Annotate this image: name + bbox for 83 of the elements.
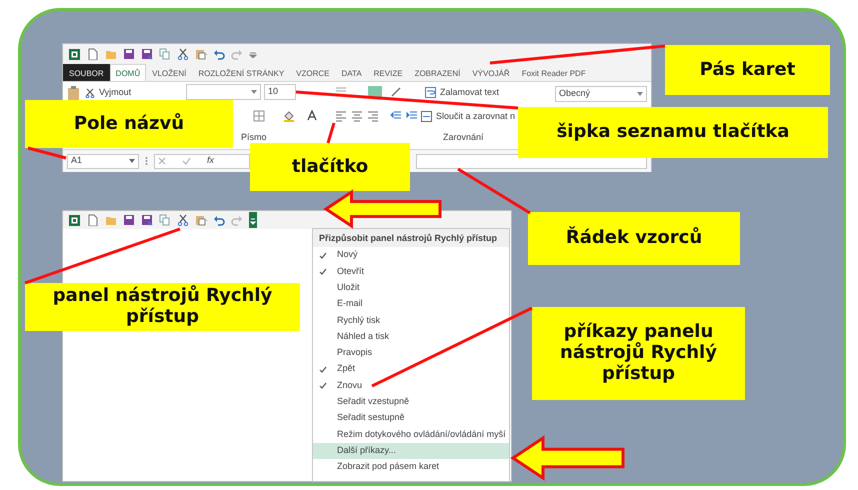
font-color-icon[interactable] — [306, 110, 318, 122]
ribbon-tab[interactable]: REVIZE — [368, 64, 409, 81]
clipboard-icon — [67, 86, 81, 100]
save-as-icon[interactable] — [141, 48, 153, 60]
cut-icon[interactable] — [85, 88, 95, 98]
undo-icon[interactable] — [213, 48, 225, 60]
group-label: Písmo — [241, 131, 267, 144]
check-icon — [319, 252, 327, 259]
ribbon-tab[interactable]: Foxit Reader PDF — [516, 64, 592, 81]
menu-item[interactable]: Zobrazit pod pásem karet — [313, 458, 509, 476]
ribbon-tab[interactable]: DATA — [336, 64, 368, 81]
ribbon-tab[interactable]: DOMŮ — [110, 64, 146, 81]
font-name-field[interactable] — [186, 84, 261, 100]
cancel-icon[interactable] — [158, 157, 166, 165]
menu-item[interactable]: Otevřít — [313, 263, 509, 280]
leader-line — [326, 122, 336, 144]
merge-cells-icon[interactable] — [421, 111, 432, 122]
menu-item[interactable]: Zpět — [313, 361, 509, 378]
excel-logo-icon[interactable] — [69, 214, 81, 226]
check-icon — [319, 366, 327, 373]
paste-icon[interactable] — [195, 214, 207, 226]
ribbon-tab[interactable]: ZOBRAZENÍ — [408, 64, 466, 81]
fill-color-icon[interactable] — [283, 110, 295, 122]
menu-item[interactable]: Znovu — [313, 377, 509, 394]
callout-label: Pás karet — [665, 45, 830, 95]
group-label: Zarovnání — [443, 131, 484, 144]
ribbon-tab[interactable]: VÝVOJÁŘ — [466, 64, 516, 81]
wrap-text-icon[interactable] — [425, 87, 436, 98]
ribbon-tab[interactable]: VLOŽENÍ — [146, 64, 192, 81]
menu-item[interactable]: Nový — [313, 247, 509, 264]
dropdown-caret-icon[interactable] — [129, 159, 135, 163]
leader-line — [28, 146, 66, 160]
cut-icon[interactable] — [177, 214, 189, 226]
callout-label: Pole názvů — [25, 100, 233, 148]
ribbon-tab[interactable]: SOUBOR — [63, 64, 110, 81]
copy-icon[interactable] — [159, 214, 171, 226]
callout-label: šipka seznamu tlačítka — [518, 107, 828, 158]
copy-icon[interactable] — [159, 48, 171, 60]
align-right-icon[interactable] — [367, 110, 379, 122]
merge-center-command[interactable]: Sloučit a zarovnat n — [436, 110, 516, 124]
ribbon-tab[interactable]: VZORCE — [290, 64, 336, 81]
align-center-icon[interactable] — [351, 110, 363, 122]
name-box[interactable]: A1 — [67, 154, 139, 168]
insert-function-button[interactable]: fx — [207, 154, 214, 168]
callout-label: panel nástrojů Rychlý přístup — [25, 283, 300, 331]
menu-item[interactable]: E-mail — [313, 296, 509, 312]
save-icon[interactable] — [123, 48, 135, 60]
dropdown-caret-icon[interactable] — [251, 90, 257, 94]
menu-item[interactable]: Další příkazy... — [313, 442, 509, 459]
check-icon — [319, 382, 327, 389]
menu-item[interactable]: Seřadit sestupně — [313, 410, 509, 426]
font-size-field[interactable]: 10 — [264, 84, 296, 100]
menu-title: Přizpůsobit panel nástrojů Rychlý přístup — [313, 229, 509, 247]
new-document-icon[interactable] — [87, 48, 99, 60]
dropdown-caret-icon[interactable] — [637, 92, 643, 96]
wrap-text-command[interactable]: Zalamovat text — [440, 86, 500, 100]
cut-icon[interactable] — [177, 48, 189, 60]
align-left-icon[interactable] — [335, 110, 347, 122]
enter-icon[interactable] — [182, 157, 191, 165]
callout-label: tlačítko — [250, 143, 410, 191]
number-format-field[interactable]: Obecný — [555, 86, 647, 102]
excel-logo-icon[interactable] — [69, 48, 81, 60]
check-icon — [319, 268, 327, 275]
callout-label: příkazy panelu nástrojů Rychlý přístup — [532, 307, 745, 400]
menu-item[interactable]: Seřadit vzestupně — [313, 394, 509, 410]
save-as-icon[interactable] — [141, 214, 153, 226]
menu-item[interactable]: Rychlý tisk — [313, 312, 509, 328]
callout-label: Řádek vzorců — [528, 212, 740, 265]
cut-command[interactable]: Vyjmout — [99, 86, 132, 100]
new-document-icon[interactable] — [87, 214, 99, 226]
menu-item[interactable]: Režim dotykového ovládání/ovládání myší — [313, 426, 509, 443]
customize-caret-icon[interactable] — [249, 50, 257, 58]
menu-item[interactable]: Pravopis — [313, 344, 509, 362]
save-icon[interactable] — [123, 214, 135, 226]
paste-icon[interactable] — [195, 48, 207, 60]
menu-item[interactable]: Uložit — [313, 280, 509, 296]
undo-icon[interactable] — [213, 214, 225, 226]
grip-icon — [145, 156, 148, 166]
ribbon-tab[interactable]: ROZLOŽENÍ STRÁNKY — [192, 64, 290, 81]
orientation-icon[interactable] — [390, 86, 402, 98]
menu-item[interactable]: Náhled a tisk — [313, 328, 509, 345]
customize-dropdown-icon[interactable] — [249, 212, 257, 228]
borders-icon[interactable] — [253, 110, 265, 122]
